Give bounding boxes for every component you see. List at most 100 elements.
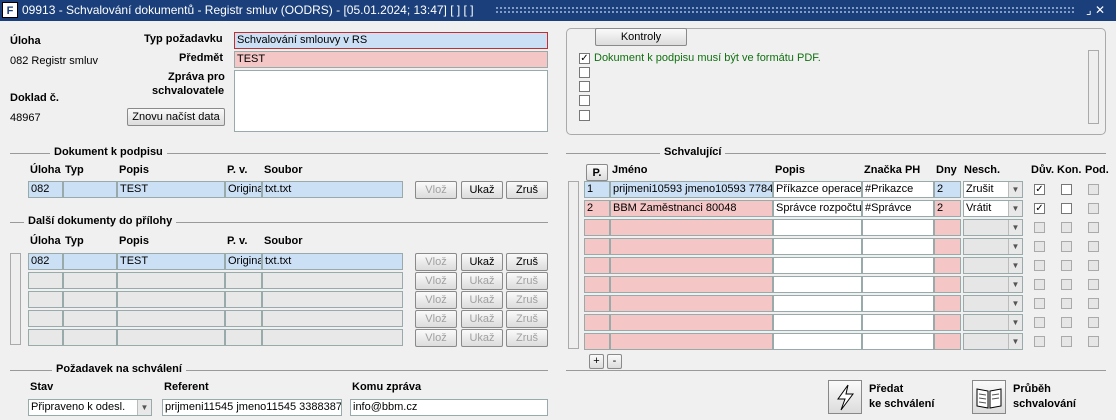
chevron-down-icon[interactable]: ▼ <box>137 400 151 415</box>
chevron-down-icon[interactable]: ▼ <box>1008 220 1022 235</box>
approver-pod-checkbox[interactable] <box>1088 222 1099 233</box>
approver-dny-cell[interactable]: 2 <box>934 181 961 198</box>
attach-uloha-cell[interactable] <box>28 310 63 327</box>
approver-dny-cell[interactable] <box>934 257 961 274</box>
approver-jmeno-cell[interactable]: prijmeni10593 jmeno10593 77848 <box>610 181 773 198</box>
attach-ukaz-button[interactable]: Ukaž <box>461 253 503 271</box>
attach-pv-cell[interactable] <box>225 272 262 289</box>
approver-nesch-select[interactable]: ▼ <box>963 276 1023 293</box>
approver-nesch-select[interactable]: Zrušit ▼ <box>963 181 1023 198</box>
approver-znacka-cell[interactable] <box>862 276 934 293</box>
approver-dny-cell[interactable] <box>934 333 961 350</box>
approver-kon-checkbox[interactable] <box>1061 298 1072 309</box>
attach-vloz-button[interactable]: Vlož <box>415 253 457 271</box>
approver-kon-checkbox[interactable] <box>1061 317 1072 328</box>
attach-typ-cell[interactable] <box>63 272 117 289</box>
attach-zrus-button[interactable]: Zruš <box>506 310 548 328</box>
zprava-field[interactable] <box>234 70 548 132</box>
attach-vloz-button[interactable]: Vlož <box>415 329 457 347</box>
attach-uloha-cell[interactable]: 082 <box>28 253 63 270</box>
approver-jmeno-cell[interactable] <box>610 276 773 293</box>
approver-nesch-select[interactable]: Vrátit ▼ <box>963 200 1023 217</box>
attach-typ-cell[interactable] <box>63 253 117 270</box>
attach-pv-cell[interactable] <box>225 329 262 346</box>
approver-pod-checkbox[interactable] <box>1088 260 1099 271</box>
doc-soubor[interactable]: txt.txt <box>262 181 403 198</box>
attach-ukaz-button[interactable]: Ukaž <box>461 329 503 347</box>
approver-dny-cell[interactable] <box>934 219 961 236</box>
attach-zrus-button[interactable]: Zruš <box>506 253 548 271</box>
approver-popis-cell[interactable] <box>773 276 862 293</box>
attach-zrus-button[interactable]: Zruš <box>506 291 548 309</box>
approver-kon-checkbox[interactable] <box>1061 279 1072 290</box>
attach-popis-cell[interactable]: TEST <box>117 253 225 270</box>
predat-label-1[interactable]: Předat <box>869 383 903 395</box>
approver-duv-checkbox[interactable] <box>1034 222 1045 233</box>
attach-popis-cell[interactable] <box>117 310 225 327</box>
attach-soubor-cell[interactable] <box>262 272 403 289</box>
approver-duv-checkbox[interactable] <box>1034 241 1045 252</box>
doc-vloz-button[interactable]: Vlož <box>415 181 457 199</box>
approver-kon-checkbox[interactable] <box>1061 336 1072 347</box>
approver-pod-checkbox[interactable] <box>1088 336 1099 347</box>
approver-dny-cell[interactable]: 2 <box>934 200 961 217</box>
approver-p-cell[interactable] <box>584 238 610 255</box>
attach-uloha-cell[interactable] <box>28 272 63 289</box>
approver-popis-cell[interactable] <box>773 295 862 312</box>
approver-jmeno-cell[interactable]: BBM Zaměstnanci 80048 <box>610 200 773 217</box>
predat-button[interactable] <box>828 380 862 414</box>
attach-popis-cell[interactable] <box>117 291 225 308</box>
typ-pozadavku-field[interactable]: Schvalování smlouvy v RS <box>234 32 548 49</box>
approver-p-cell[interactable] <box>584 276 610 293</box>
chevron-down-icon[interactable]: ▼ <box>1008 315 1022 330</box>
attach-ukaz-button[interactable]: Ukaž <box>461 272 503 290</box>
prubeh-label-1[interactable]: Průběh <box>1013 383 1051 395</box>
predat-label-2[interactable]: ke schválení <box>869 398 934 410</box>
approver-duv-checkbox[interactable] <box>1034 260 1045 271</box>
approver-p-cell[interactable] <box>584 314 610 331</box>
attach-zrus-button[interactable]: Zruš <box>506 329 548 347</box>
approver-pod-checkbox[interactable] <box>1088 279 1099 290</box>
approver-jmeno-cell[interactable] <box>610 238 773 255</box>
doc-pv[interactable]: Origina <box>225 181 262 198</box>
approver-pod-checkbox[interactable] <box>1088 203 1099 214</box>
approver-jmeno-cell[interactable] <box>610 257 773 274</box>
approver-p-cell[interactable] <box>584 333 610 350</box>
approver-duv-checkbox[interactable]: ✓ <box>1034 203 1045 214</box>
approver-znacka-cell[interactable] <box>862 333 934 350</box>
attach-uloha-cell[interactable] <box>28 329 63 346</box>
attach-uloha-cell[interactable] <box>28 291 63 308</box>
komu-zprava-field[interactable]: info@bbm.cz <box>350 399 548 416</box>
doc-zrus-button[interactable]: Zruš <box>506 181 548 199</box>
attach-popis-cell[interactable] <box>117 272 225 289</box>
approver-popis-cell[interactable]: Příkazce operace <box>773 181 862 198</box>
approver-znacka-cell[interactable]: #Správce <box>862 200 934 217</box>
approver-znacka-cell[interactable] <box>862 257 934 274</box>
approver-duv-checkbox[interactable] <box>1034 298 1045 309</box>
approver-znacka-cell[interactable] <box>862 238 934 255</box>
attach-pv-cell[interactable] <box>225 291 262 308</box>
remove-row-button[interactable]: - <box>607 354 622 369</box>
approver-pod-checkbox[interactable] <box>1088 184 1099 195</box>
approver-duv-checkbox[interactable]: ✓ <box>1034 184 1045 195</box>
doc-typ[interactable] <box>63 181 117 198</box>
attach-soubor-cell[interactable]: txt.txt <box>262 253 403 270</box>
attach-ukaz-button[interactable]: Ukaž <box>461 310 503 328</box>
reload-data-button[interactable]: Znovu načíst data <box>127 108 225 126</box>
referent-field[interactable]: prijmeni11545 jmeno11545 33883878 <box>162 399 342 416</box>
approver-znacka-cell[interactable] <box>862 295 934 312</box>
approver-p-cell[interactable] <box>584 257 610 274</box>
approver-jmeno-cell[interactable] <box>610 314 773 331</box>
approver-nesch-select[interactable]: ▼ <box>963 238 1023 255</box>
approver-dny-cell[interactable] <box>934 276 961 293</box>
approver-znacka-cell[interactable]: #Prikazce <box>862 181 934 198</box>
attach-soubor-cell[interactable] <box>262 310 403 327</box>
prubeh-button[interactable] <box>972 380 1006 414</box>
approver-kon-checkbox[interactable] <box>1061 203 1072 214</box>
col-p[interactable]: P. <box>586 164 608 181</box>
approver-dny-cell[interactable] <box>934 314 961 331</box>
approver-kon-checkbox[interactable] <box>1061 184 1072 195</box>
approver-znacka-cell[interactable] <box>862 219 934 236</box>
chevron-down-icon[interactable]: ▼ <box>1008 334 1022 349</box>
attach-scrollbar[interactable] <box>10 253 21 345</box>
